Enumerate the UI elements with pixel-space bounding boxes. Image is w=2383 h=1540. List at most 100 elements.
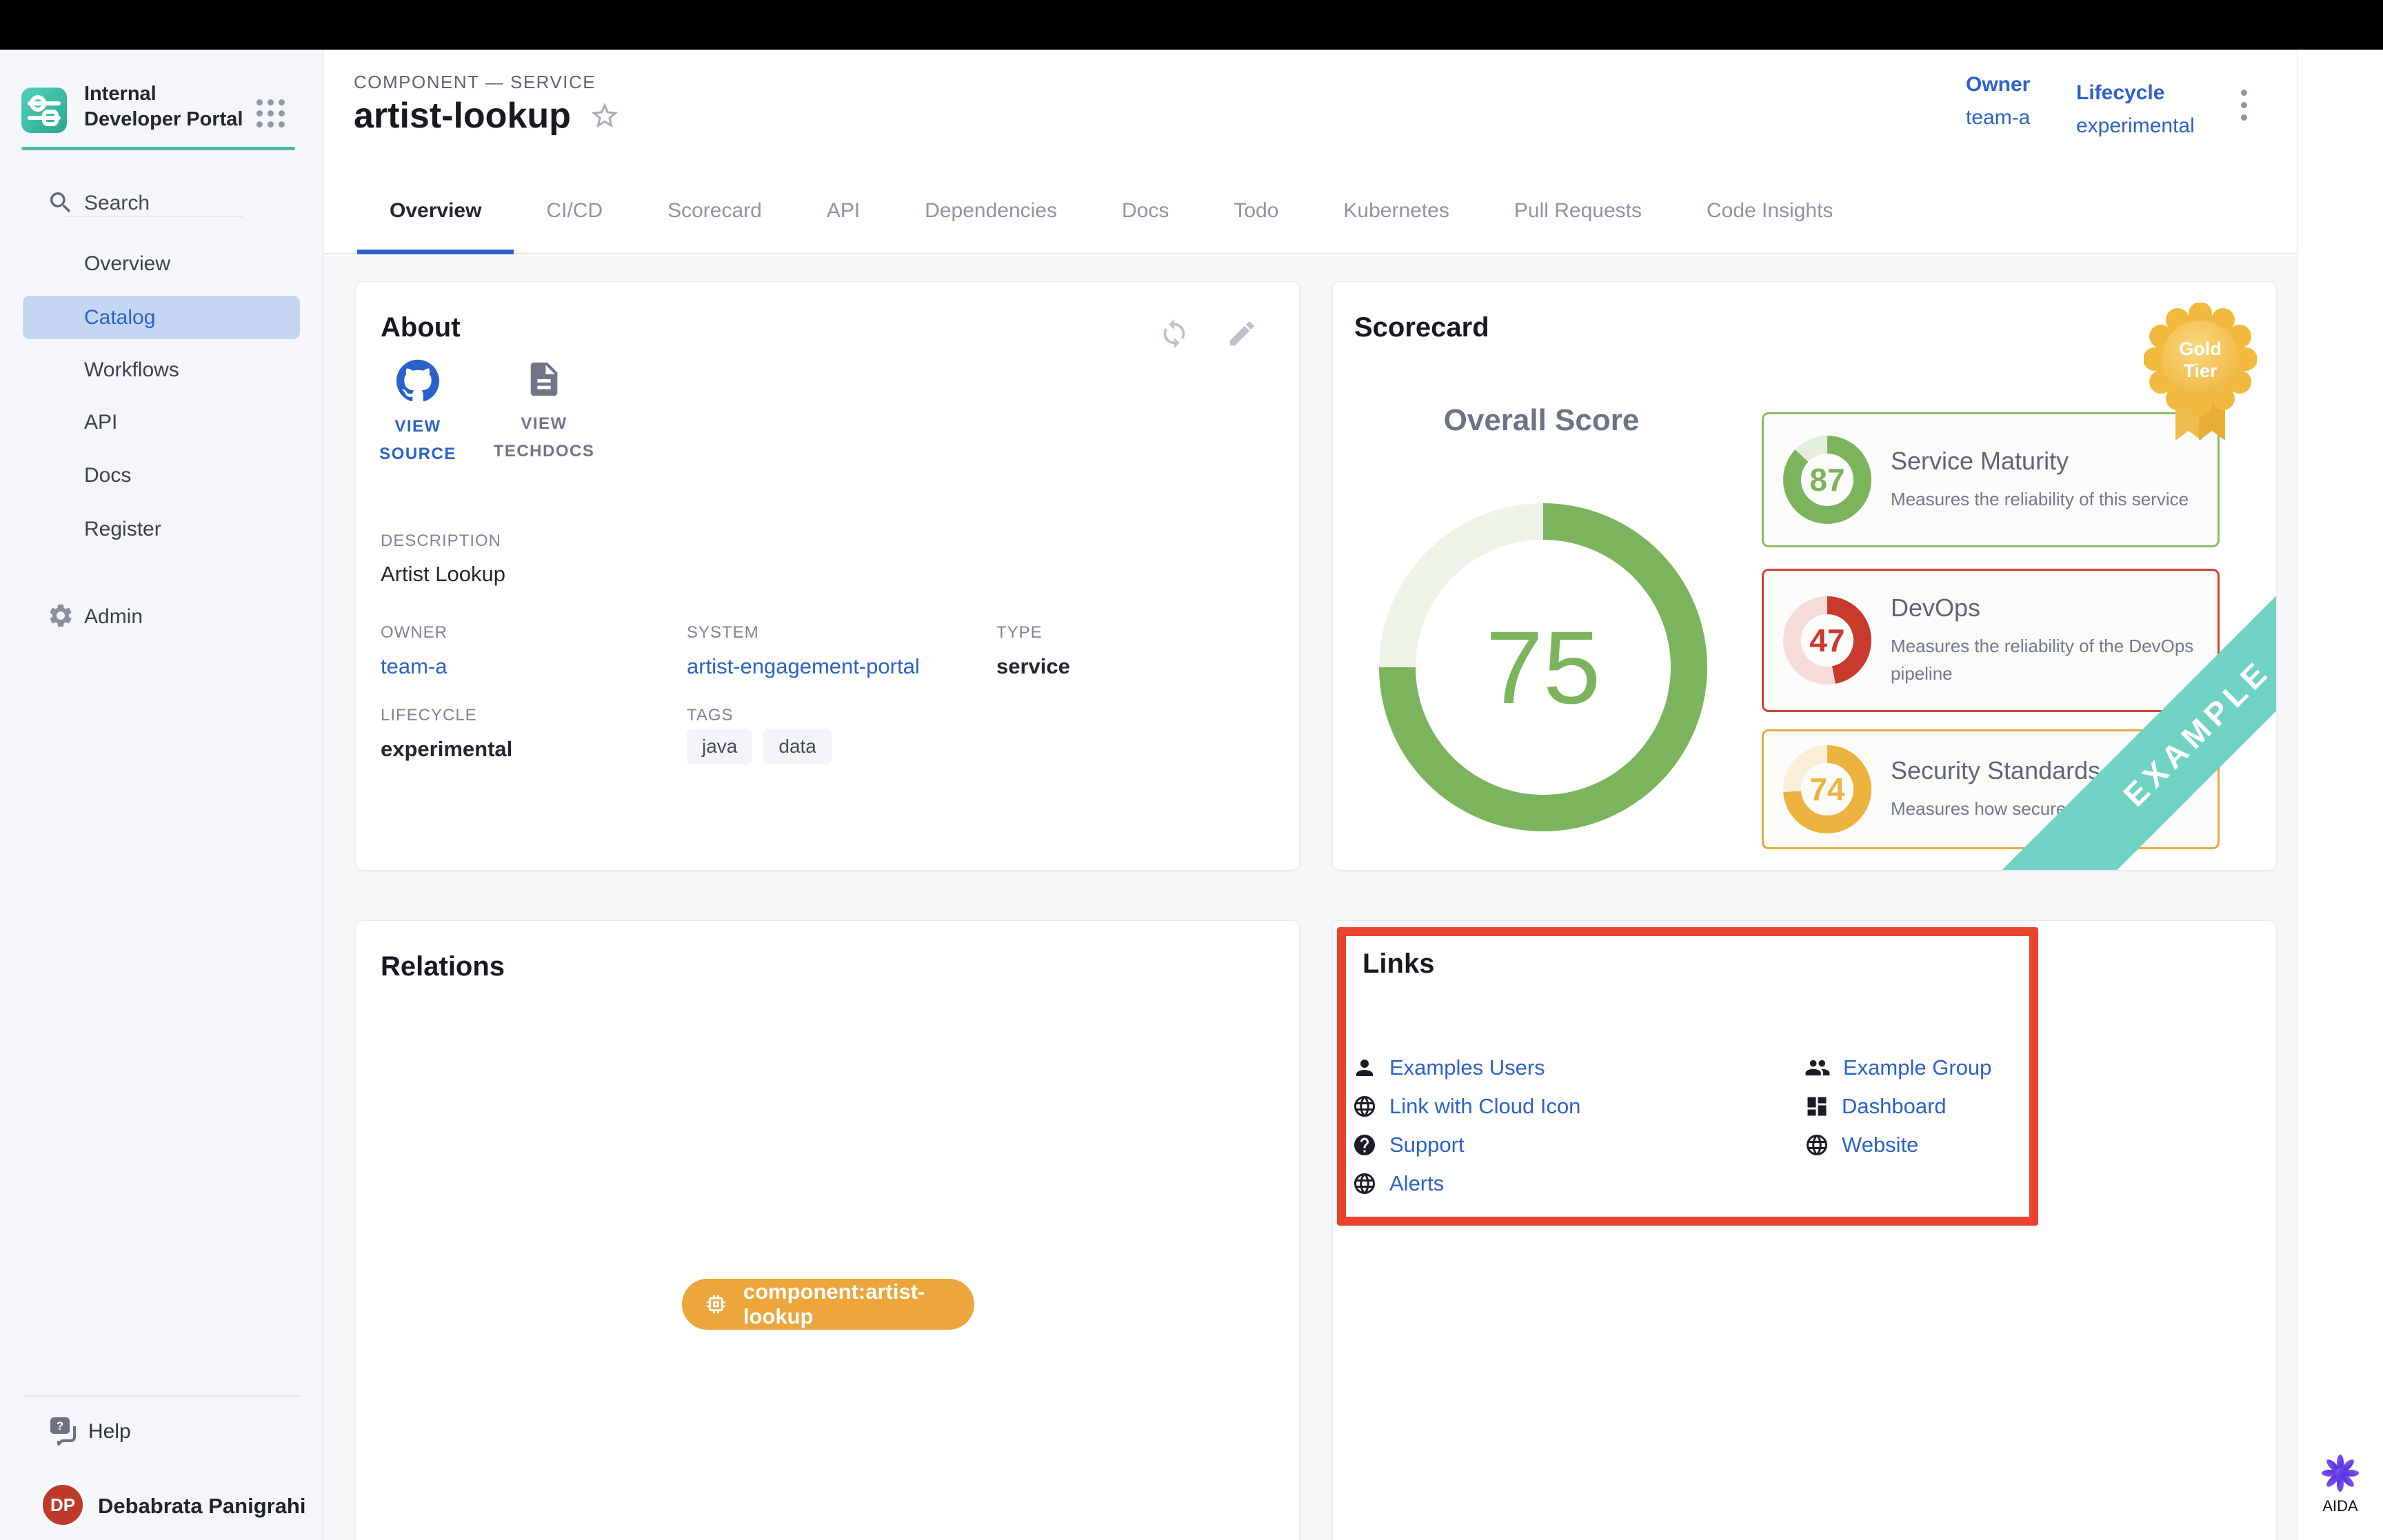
link-label: Link with Cloud Icon [1389,1094,1580,1119]
link-cloud[interactable]: Link with Cloud Icon [1352,1087,1580,1126]
sidebar-item-overview[interactable]: Overview [84,252,170,276]
portal-logo-icon [21,88,67,133]
tab-code-insights[interactable]: Code Insights [1674,168,1865,253]
sidebar-divider [66,216,243,217]
link-dashboard[interactable]: Dashboard [1804,1087,1991,1126]
relation-node-chip[interactable]: component:artist-lookup [682,1279,974,1330]
type-field-value: service [996,654,1070,679]
link-label: Website [1842,1133,1918,1157]
lifecycle-field-label: LIFECYCLE [381,706,477,725]
system-field-label: SYSTEM [687,623,759,642]
tab-cicd[interactable]: CI/CD [514,168,635,253]
service-maturity-score: 87 [1809,461,1844,498]
aida-label: AIDA [2297,1497,2383,1515]
owner-label: Owner [1966,73,2030,97]
github-icon [396,359,439,402]
view-source-label: VIEW SOURCE [376,413,459,468]
sidebar-item-workflows[interactable]: Workflows [84,358,179,382]
sidebar-item-help[interactable]: Help [88,1420,131,1443]
links-title: Links [1363,949,1434,980]
page-title: artist-lookup [354,95,571,136]
security-standards-gauge: 74 [1783,745,1871,833]
view-techdocs-button[interactable]: VIEW TECHDOCS [492,359,596,465]
owner-field-label: OWNER [381,623,448,642]
service-maturity-gauge: 87 [1783,436,1871,524]
tab-dependencies[interactable]: Dependencies [892,168,1089,253]
about-title: About [381,312,461,343]
overall-score-gauge: 75 [1379,503,1707,831]
aida-flower-icon [2320,1453,2360,1493]
about-card: About VIEW SOURCE VIEW TECHDOCS [355,281,1300,871]
person-icon [1352,1055,1377,1080]
sidebar-item-api[interactable]: API [84,411,117,434]
tab-overview[interactable]: Overview [357,168,514,253]
tab-todo[interactable]: Todo [1201,168,1311,253]
scorecard-item-desc: Measures the reliability of the DevOps p… [1891,632,2194,687]
tab-pull-requests[interactable]: Pull Requests [1482,168,1674,253]
scorecard-item-name: Service Maturity [1891,447,2208,476]
sidebar-item-admin[interactable]: Admin [84,605,143,629]
tag-chip[interactable]: data [763,729,832,764]
brand-divider [21,147,295,150]
tab-scorecard[interactable]: Scorecard [635,168,794,253]
description-label: DESCRIPTION [381,531,501,551]
link-label: Example Group [1843,1055,1991,1080]
portal-title: Internal Developer Portal [84,81,257,132]
main-area: COMPONENT — SERVICE artist-lookup Owner … [324,50,2297,1540]
entity-tabs: Overview CI/CD Scorecard API Dependencie… [324,168,2297,254]
user-avatar[interactable]: DP [40,1482,86,1528]
view-source-button[interactable]: VIEW SOURCE [376,359,459,468]
svg-text:?: ? [57,1419,63,1432]
search-icon [47,189,74,216]
dashboard-icon [1804,1094,1829,1119]
scorecard-item-devops[interactable]: 47 DevOps Measures the reliability of th… [1762,569,2220,712]
scorecard-item-name: DevOps [1891,594,2194,622]
relation-node-label: component:artist-lookup [743,1279,974,1329]
techdocs-doc-icon [524,359,564,399]
browser-chrome-bar [0,0,2383,50]
type-field-label: TYPE [996,623,1043,642]
security-standards-score: 74 [1809,771,1844,808]
link-alerts[interactable]: Alerts [1352,1164,1580,1203]
help-chat-icon: ? [48,1415,80,1447]
owner-value[interactable]: team-a [1966,106,2030,130]
user-name[interactable]: Debabrata Panigrahi [98,1494,305,1519]
tab-kubernetes[interactable]: Kubernetes [1311,168,1481,253]
scorecard-card: Scorecard Overall Score 75 87 Service Ma… [1332,281,2277,871]
link-example-group[interactable]: Example Group [1804,1048,1991,1087]
breadcrumb: COMPONENT — SERVICE [354,72,596,93]
tab-docs[interactable]: Docs [1089,168,1201,253]
sidebar: Internal Developer Portal Search Overvie… [0,50,324,1540]
gear-icon [47,602,74,629]
globe-icon [1804,1133,1829,1157]
favorite-star-icon[interactable] [589,100,621,132]
tag-chip[interactable]: java [687,729,752,764]
lifecycle-label: Lifecycle [2076,81,2195,105]
sidebar-bottom-divider [23,1395,300,1397]
owner-field-value[interactable]: team-a [381,654,447,679]
sidebar-item-search[interactable]: Search [84,192,150,215]
system-field-value[interactable]: artist-engagement-portal [687,654,920,679]
sidebar-item-register[interactable]: Register [84,518,161,541]
link-label: Dashboard [1842,1094,1947,1119]
tab-api[interactable]: API [794,168,892,253]
kebab-menu-icon[interactable] [2241,90,2247,121]
links-card: Links Examples Users Link with Cloud Ico… [1332,920,2277,1540]
relations-card: Relations component:artist-lookup [355,920,1300,1540]
right-rail: AIDA [2297,50,2383,1540]
content-area: About VIEW SOURCE VIEW TECHDOCS [324,256,2297,1540]
sidebar-item-docs[interactable]: Docs [84,464,131,487]
edit-pencil-icon[interactable] [1226,318,1258,349]
relations-title: Relations [381,951,505,982]
link-support[interactable]: Support [1352,1126,1580,1164]
sidebar-item-catalog[interactable]: Catalog [84,306,155,330]
overall-score-value: 75 [1486,608,1601,727]
sidebar-active-highlight [23,296,300,339]
scorecard-item-desc: Measures the reliability of this service [1891,485,2208,513]
refresh-icon[interactable] [1158,318,1190,349]
aida-widget[interactable]: AIDA [2297,1453,2383,1515]
link-website[interactable]: Website [1804,1126,1991,1164]
link-examples-users[interactable]: Examples Users [1352,1048,1580,1087]
apps-grid-icon[interactable] [257,99,285,128]
link-label: Alerts [1389,1171,1444,1196]
